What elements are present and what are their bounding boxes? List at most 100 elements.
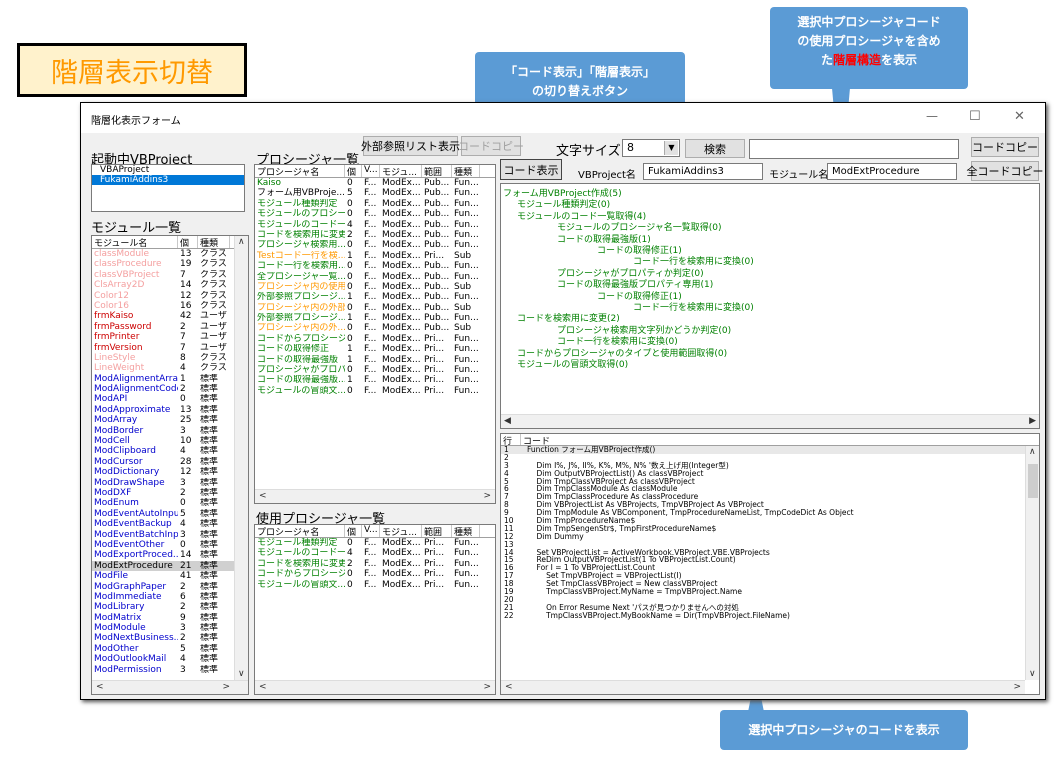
col-code[interactable]: コード (521, 434, 1021, 445)
table-row[interactable]: frmVersion 7 ユーザ (92, 343, 248, 353)
table-row[interactable]: ModCursor 28 標準 (92, 457, 248, 467)
table-row[interactable]: コードの取得最強版 1 F... ModEx... Pri... Fun... (255, 355, 495, 365)
table-row[interactable]: ModEventBackup 4 標準 (92, 519, 248, 529)
table-row[interactable]: ModExportProced... 14 標準 (92, 550, 248, 560)
procedure-list[interactable]: プロシージャ名 個 V... モジュ... 範囲 種類 Kaiso 0 F... Mo… (254, 164, 496, 504)
tree-node[interactable]: コード一行を検索用に変換(0) (633, 300, 754, 313)
table-row[interactable]: Color12 12 クラス (92, 291, 248, 301)
code-hscroll[interactable]: < > (501, 680, 1025, 694)
vbproject-name-field[interactable]: FukamiAddins3 (643, 163, 763, 180)
table-row[interactable]: モジュールのプロシー...0 F... ModEx...Pub... Fun... (255, 209, 495, 219)
table-row[interactable]: Kaiso 0 F... ModEx... Pub... Fun... (255, 178, 495, 188)
table-row[interactable]: ModExtProcedure 21 標準 (92, 560, 248, 572)
col-used-module[interactable]: モジュ... (380, 525, 422, 537)
close-button[interactable]: ✕ (1014, 109, 1025, 124)
code-copy-button-disabled[interactable]: コードコピー (458, 136, 524, 156)
code-copy-button[interactable]: コードコピー (971, 137, 1039, 157)
table-row[interactable]: プロシージャがプロパ...0 F... ModEx...Pri... Fun... (255, 365, 495, 375)
font-size-select[interactable]: 8 ▼ (622, 139, 680, 157)
table-row[interactable]: プロシージャ内の外... 0 F... ModEx... Pub... Sub (255, 323, 495, 333)
col-proc-v[interactable]: V... (362, 165, 380, 177)
table-row[interactable]: ModDXF 2 標準 (92, 488, 248, 498)
col-used-scope[interactable]: 範囲 (422, 525, 452, 537)
col-used-v[interactable]: V... (362, 525, 380, 537)
used-list-hscroll[interactable]: < > (255, 680, 495, 694)
col-used-name[interactable]: プロシージャ名 (255, 525, 345, 537)
table-row[interactable]: LineWeight 4 クラス (92, 363, 248, 373)
tree-node[interactable]: モジュールの冒頭文取得(0) (517, 357, 628, 370)
table-row[interactable]: 外部参照プロシージ... 1 F... ModEx... Pub... Fun... (255, 313, 495, 323)
table-row[interactable]: モジュールのコード一...4 F... ModEx...Pub... Fun... (255, 220, 495, 230)
table-row[interactable]: コードからプロシージ...0 F... ModEx...Pri... Fun... (255, 334, 495, 344)
table-row[interactable]: コードを検索用に変更 2 F... ModEx... Pri... Fun... (255, 559, 495, 569)
procedure-list-hscroll[interactable]: < > (255, 489, 495, 503)
table-row[interactable]: フォーム用VBProje... 5 F... ModEx... Pub... Fun... (255, 188, 495, 198)
table-row[interactable]: ModEventBatchInp... 3 標準 (92, 530, 248, 540)
tree-hscroll[interactable]: ◀ ▶ (501, 414, 1039, 428)
col-proc-scope[interactable]: 範囲 (422, 165, 452, 177)
col-type[interactable]: 種類 (198, 236, 230, 248)
col-proc-name[interactable]: プロシージャ名 (255, 165, 345, 177)
table-row[interactable]: ModLibrary 2 標準 (92, 602, 248, 612)
table-row[interactable]: ModEventAutoInput 5 標準 (92, 509, 248, 519)
table-row[interactable]: Color16 16 クラス (92, 301, 248, 311)
table-row[interactable]: ModGraphPaper 2 標準 (92, 582, 248, 592)
external-ref-list-button[interactable]: 外部参照リスト表示 (361, 136, 460, 156)
table-row[interactable]: ModClipboard 4 標準 (92, 446, 248, 456)
table-row[interactable]: ModEventOther 0 標準 (92, 540, 248, 550)
table-row[interactable]: ModImmediate 6 標準 (92, 592, 248, 602)
maximize-button[interactable]: ☐ (969, 109, 981, 124)
col-count[interactable]: 個 (178, 236, 198, 248)
table-row[interactable]: ModArray 25 標準 (92, 415, 248, 425)
project-item-selected[interactable]: FukamiAddins3 (92, 175, 244, 185)
code-view[interactable]: 行 コード 1 Function フォーム用VBProject作成() 2 3 Dim… (500, 433, 1040, 695)
col-used-type[interactable]: 種類 (452, 525, 480, 537)
table-row[interactable]: モジュール種類判定 0 F... ModEx... Pub... Fun... (255, 199, 495, 209)
table-row[interactable]: ModApproximate 13 標準 (92, 405, 248, 415)
hierarchy-tree[interactable]: フォーム用VBProject作成(5) モジュール種類判定(0) モジュールのコード… (500, 183, 1040, 429)
table-row[interactable]: 全プロシージャ一覧... 0 F... ModEx... Pub... Fun... (255, 272, 495, 282)
code-view-toggle-button[interactable]: コード表示 (500, 159, 562, 180)
search-input[interactable] (749, 139, 959, 159)
table-row[interactable]: frmKaiso 42 ユーザ (92, 311, 248, 321)
col-used-count[interactable]: 個 (345, 525, 362, 537)
table-row[interactable]: ModAlignmentArray 1 標準 (92, 374, 248, 384)
project-item[interactable]: VBAProject (92, 165, 244, 175)
col-proc-module[interactable]: モジュ... (380, 165, 422, 177)
table-row[interactable]: classModule 13 クラス (92, 249, 248, 259)
table-row[interactable]: コードを検索用に変更 2 F... ModEx... Pub... Fun... (255, 230, 495, 240)
table-row[interactable]: プロシージャ内の外部...0 F... ModEx...Pub... Sub (255, 303, 495, 313)
table-row[interactable]: 外部参照プロシージ... 1 F... ModEx... Pub... Fun... (255, 292, 495, 302)
table-row[interactable]: コード一行を検索用... 0 F... ModEx... Pub... Fun... (255, 261, 495, 271)
table-row[interactable]: ModModule 3 標準 (92, 623, 248, 633)
chevron-down-icon[interactable]: ▼ (664, 141, 678, 155)
col-proc-type[interactable]: 種類 (452, 165, 480, 177)
table-row[interactable]: モジュール種類判定 0 F... ModEx... Pri... Fun... (255, 538, 495, 548)
table-row[interactable]: ModEnum 0 標準 (92, 498, 248, 508)
module-list[interactable]: モジュール名 個 種類 classModule 13 クラス classProcedu… (91, 235, 249, 695)
module-list-hscroll[interactable]: < > (92, 680, 248, 694)
table-row[interactable]: コードの取得最強版... 1 F... ModEx... Pri... Fun... (255, 375, 495, 385)
col-proc-count[interactable]: 個 (345, 165, 362, 177)
col-line[interactable]: 行 (501, 434, 521, 445)
table-row[interactable]: ModOutlookMail 4 標準 (92, 654, 248, 664)
table-row[interactable]: プロシージャ内の使用...0 F... ModEx...Pub... Sub (255, 282, 495, 292)
table-row[interactable]: frmPrinter 7 ユーザ (92, 332, 248, 342)
table-row[interactable]: ClsArray2D 14 クラス (92, 280, 248, 290)
code-vscroll[interactable]: ∧ ∨ (1025, 446, 1039, 680)
table-row[interactable]: プロシージャ検索用... 0 F... ModEx... Pub... Fun... (255, 240, 495, 250)
all-code-copy-button[interactable]: 全コードコピー (967, 161, 1044, 181)
table-row[interactable]: ModDrawShape 3 標準 (92, 478, 248, 488)
table-row[interactable]: frmPassword 2 ユーザ (92, 322, 248, 332)
table-row[interactable]: ModAPI 0 標準 (92, 394, 248, 404)
table-row[interactable]: classVBProject 7 クラス (92, 270, 248, 280)
table-row[interactable]: classProcedure 19 クラス (92, 259, 248, 269)
table-row[interactable]: ModMatrix 9 標準 (92, 613, 248, 623)
table-row[interactable]: Testコード一行を検... 1 F... ModEx... Pri... Sub (255, 251, 495, 261)
table-row[interactable]: ModNextBusiness... 2 標準 (92, 633, 248, 643)
table-row[interactable]: コードからプロシージ...0 F... ModEx...Pri... Fun... (255, 569, 495, 579)
table-row[interactable]: ModDictionary 12 標準 (92, 467, 248, 477)
search-button[interactable]: 検索 (685, 139, 745, 158)
table-row[interactable]: ModPermission 3 標準 (92, 665, 248, 675)
table-row[interactable]: モジュールのコード一...4 F... ModEx...Pri... Fun... (255, 548, 495, 558)
